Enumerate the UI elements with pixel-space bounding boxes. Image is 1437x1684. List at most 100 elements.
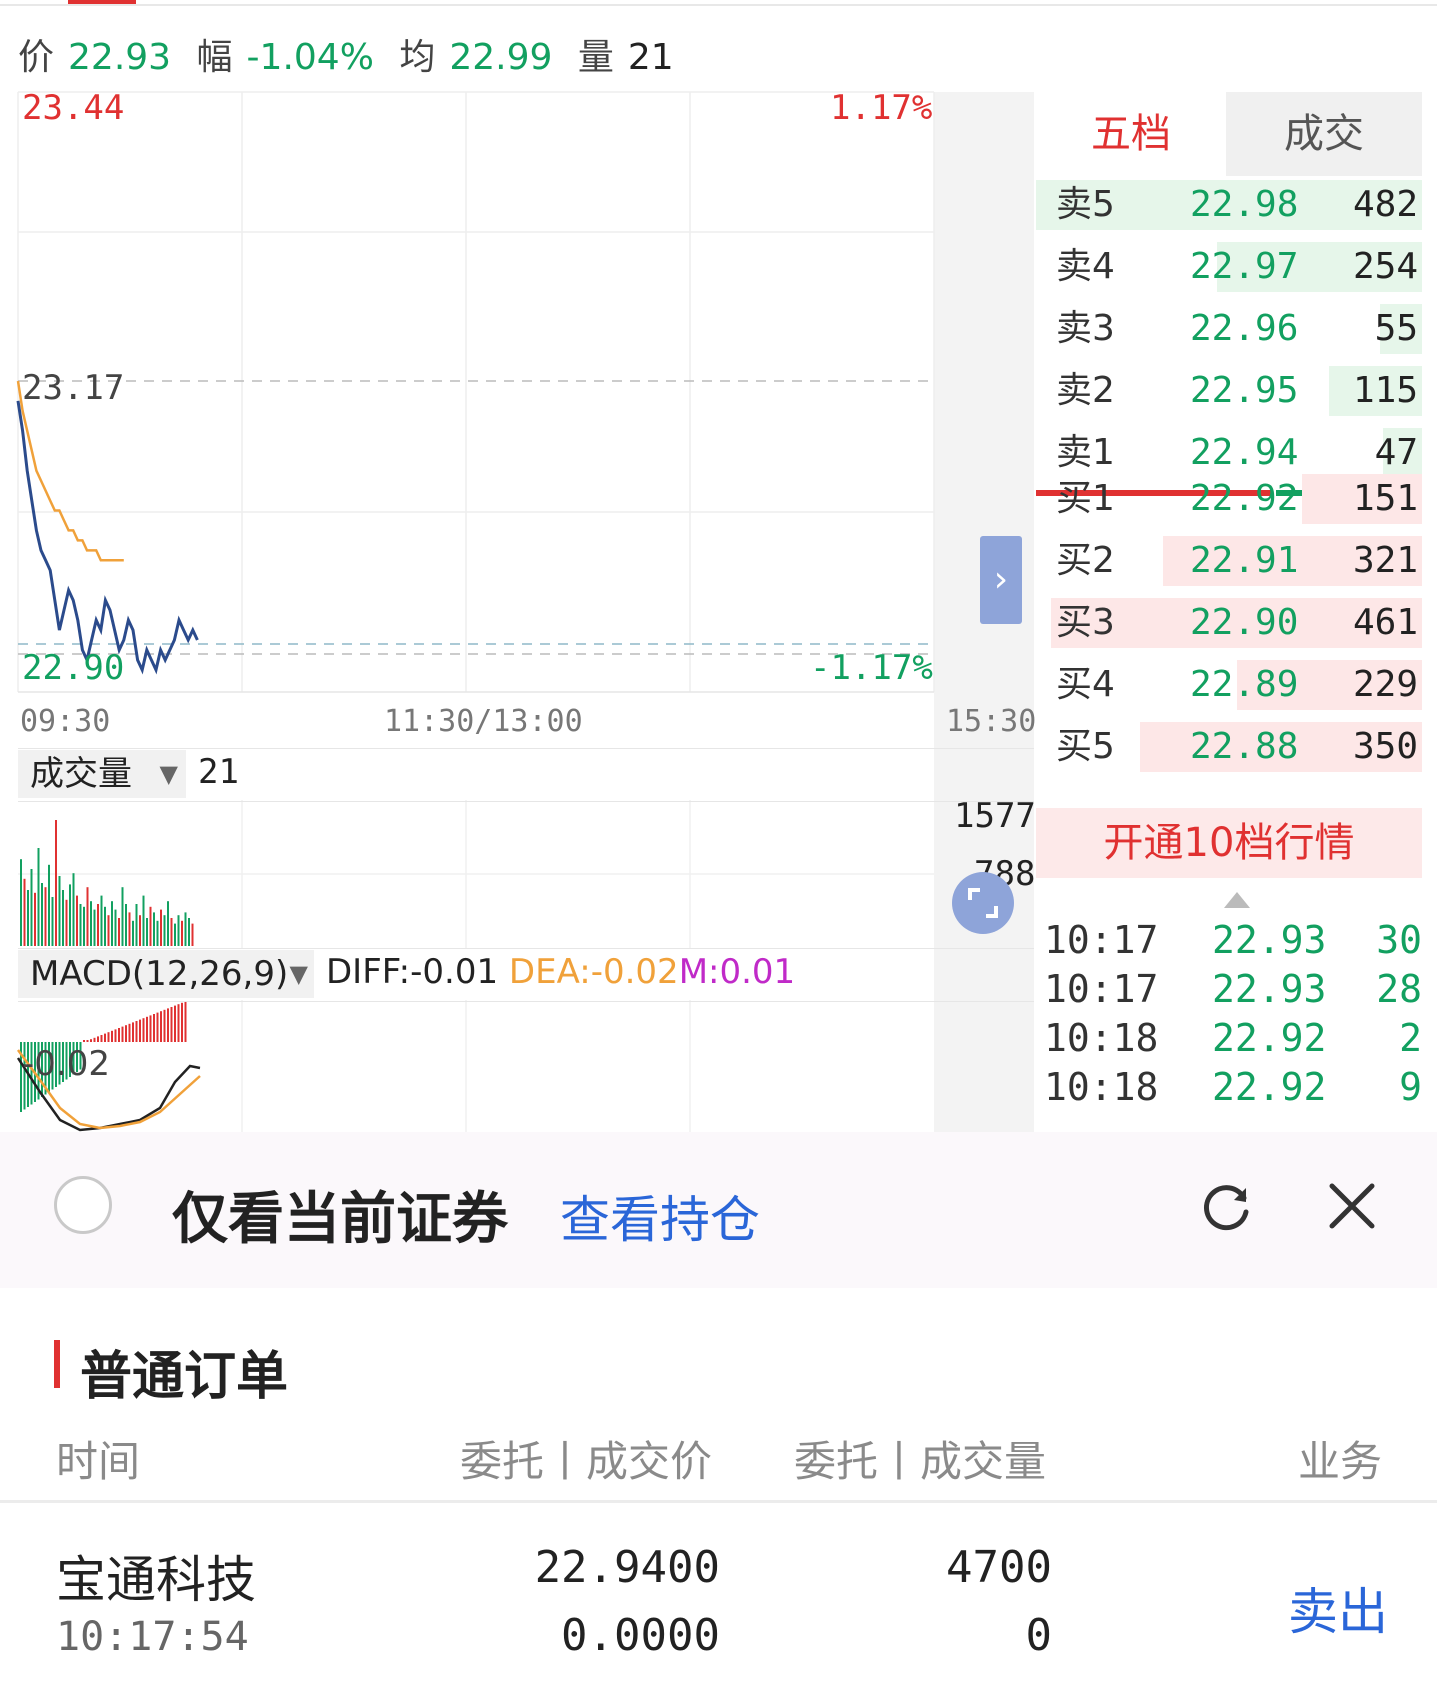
volume-bar: [142, 895, 145, 946]
trade-price: 22.93: [1212, 967, 1327, 1011]
order-book-tabs: 五档 成交: [1036, 92, 1422, 176]
volume-bar: [167, 901, 169, 946]
order-stock-name: 宝通科技: [56, 1551, 256, 1609]
price-line: [16, 400, 199, 675]
bid-row-3[interactable]: 买3 22.90 461: [1036, 594, 1422, 652]
view-positions-link[interactable]: 查看持仓: [560, 1180, 760, 1252]
volume-bar: [170, 918, 173, 946]
bid-row-1[interactable]: 买1 22.92 151: [1036, 470, 1422, 528]
macd-bar: [146, 1016, 148, 1042]
volume-bar: [86, 887, 89, 946]
ask-volume: 254: [1352, 246, 1418, 287]
volume-bar: [20, 859, 22, 946]
upgrade-10-level-button[interactable]: 开通10档行情: [1036, 808, 1422, 878]
macd-bar: [128, 1023, 131, 1042]
deal-price: 0.0000: [561, 1610, 720, 1661]
macd-bar: [83, 1040, 85, 1042]
dropdown-triangle-icon: ▼: [159, 760, 178, 788]
macd-bar: [97, 1036, 99, 1042]
macd-bar: [139, 1019, 141, 1042]
volume-bar: [79, 904, 82, 946]
macd-bar: [177, 1004, 180, 1042]
header-divider: [0, 1500, 1437, 1503]
volume-bar: [132, 920, 134, 946]
volume-bar: [62, 890, 64, 946]
macd-dea-value: DEA:-0.02: [508, 952, 679, 992]
macd-bar: [167, 1008, 169, 1042]
pct-axis-high: 1.17%: [830, 88, 933, 128]
ask-price: 22.95: [1190, 370, 1299, 411]
macd-bar: [90, 1039, 92, 1042]
volume-current: 21: [198, 752, 239, 792]
macd-bar: [86, 1040, 89, 1042]
tab-five-levels[interactable]: 五档: [1036, 92, 1226, 176]
volume-bar: [160, 909, 162, 946]
ask-volume: 482: [1352, 184, 1418, 225]
close-icon[interactable]: [1322, 1176, 1382, 1236]
volume-bar: [153, 912, 155, 946]
volume-bar: [27, 890, 29, 946]
volume-bar: [44, 887, 47, 946]
ask-label: 卖2: [1056, 370, 1115, 411]
volume-bar: [30, 869, 33, 946]
fullscreen-button[interactable]: [952, 872, 1014, 934]
macd-bar: [160, 1011, 162, 1042]
trade-time: 10:18: [1044, 1065, 1159, 1109]
ask-price: 22.96: [1190, 308, 1299, 349]
volume-bar: [111, 901, 113, 946]
volume-bar: [128, 912, 131, 946]
ask-price: 22.97: [1190, 246, 1299, 287]
volume-bar: [72, 873, 75, 946]
column-time: 时间: [56, 1437, 141, 1486]
volume-bar: [58, 876, 61, 946]
macd-indicator-select[interactable]: MACD(12,26,9) ▼: [18, 950, 314, 998]
only-current-label[interactable]: 仅看当前证券: [172, 1174, 508, 1255]
deal-quantity: 0: [1025, 1610, 1053, 1661]
volume-bar: [100, 895, 103, 946]
bid-row-5[interactable]: 买5 22.88 350: [1036, 718, 1422, 776]
ask-row-3[interactable]: 卖3 22.96 55: [1036, 300, 1422, 358]
volume-bar: [76, 895, 78, 946]
ask-label: 卖5: [1056, 184, 1115, 225]
volume-bar: [41, 883, 43, 946]
volume-bar: [93, 909, 96, 946]
bid-volume: 151: [1352, 478, 1418, 519]
volume-bar: [114, 909, 117, 946]
trade-time: 10:17: [1044, 967, 1159, 1011]
bid-label: 买1: [1056, 478, 1115, 519]
bid-price: 22.92: [1190, 478, 1299, 519]
macd-bar: [163, 1009, 166, 1042]
macd-bar: [132, 1022, 134, 1042]
trade-row: 10:17 22.93 30: [1044, 914, 1422, 966]
bid-volume: 229: [1352, 664, 1418, 705]
macd-bar: [100, 1035, 103, 1042]
macd-bar: [118, 1028, 120, 1042]
bid-price: 22.89: [1190, 664, 1299, 705]
bid-label: 买5: [1056, 726, 1115, 767]
ask-row-1[interactable]: 卖5 22.98 482: [1036, 176, 1422, 234]
trade-volume: 9: [1399, 1065, 1422, 1109]
y-axis-high: 23.44: [22, 88, 125, 128]
volume-indicator-select[interactable]: 成交量 ▼: [18, 750, 186, 798]
volume-bar: [139, 915, 141, 946]
time-axis-mid: 11:30/13:00: [384, 704, 583, 739]
trade-volume: 30: [1376, 918, 1422, 962]
section-marker: [54, 1340, 60, 1388]
macd-bar: [174, 1005, 176, 1042]
order-action-sell[interactable]: 卖出: [1288, 1572, 1388, 1644]
macd-bar: [184, 1001, 187, 1042]
bid-price: 22.91: [1190, 540, 1299, 581]
bid-row-4[interactable]: 买4 22.89 229: [1036, 656, 1422, 714]
collapse-up-icon[interactable]: [1224, 892, 1250, 908]
tab-trades[interactable]: 成交: [1226, 92, 1422, 176]
section-title: 普通订单: [80, 1347, 289, 1407]
only-current-radio[interactable]: [54, 1176, 112, 1234]
refresh-icon[interactable]: [1196, 1176, 1258, 1238]
bid-row-2[interactable]: 买2 22.91 321: [1036, 532, 1422, 590]
expand-panel-button[interactable]: ›: [980, 536, 1022, 624]
ask-row-4[interactable]: 卖2 22.95 115: [1036, 362, 1422, 420]
ask-row-2[interactable]: 卖4 22.97 254: [1036, 238, 1422, 296]
bid-price: 22.90: [1190, 602, 1299, 643]
volume-bar: [177, 915, 180, 946]
macd-bar: [170, 1007, 173, 1042]
